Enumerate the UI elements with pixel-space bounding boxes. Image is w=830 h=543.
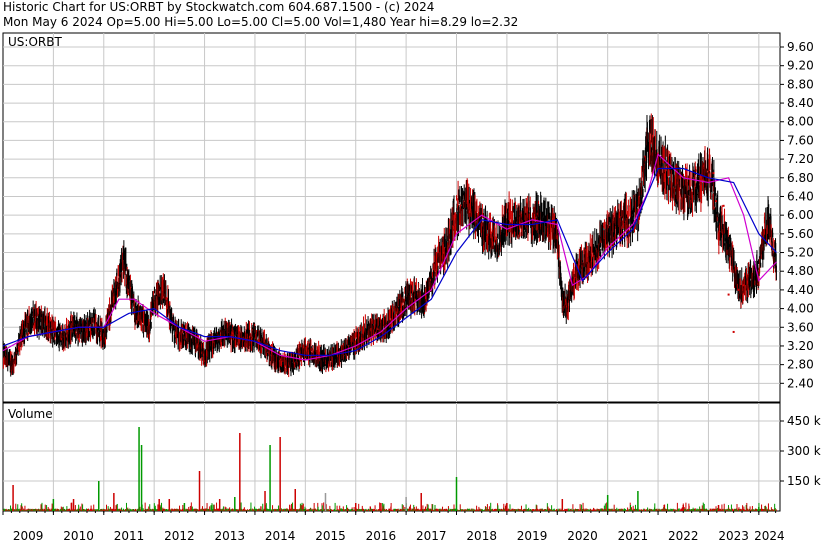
y-tick-label: 2.80 xyxy=(787,358,814,372)
y-tick-label: 8.00 xyxy=(787,115,814,129)
down-marker xyxy=(737,288,740,291)
down-marker xyxy=(742,284,745,287)
y-tick-label: 3.20 xyxy=(787,339,814,353)
price-y-axis: 9.60 9.20 8.80 8.40 8.00 7.60 7.20 6.80 6.40 6.00… xyxy=(780,40,814,390)
chart-canvas: US:ORBT 9.60 9.20 8.80 8.40 8.00 7.60 7.20 6.80… xyxy=(2,32,821,543)
volume-y-tick-label: 150 k xyxy=(787,474,821,488)
y-tick-label: 4.40 xyxy=(787,283,814,297)
price-panel-title: US:ORBT xyxy=(8,35,62,49)
volume-panel-frame xyxy=(2,402,781,512)
volume-y-tick-label: 450 k xyxy=(787,414,821,428)
volume-grid xyxy=(3,403,780,511)
down-marker xyxy=(732,330,735,333)
y-tick-label: 7.60 xyxy=(787,133,814,147)
down-marker xyxy=(712,172,715,175)
volume-panel-title: Volume xyxy=(8,407,53,421)
price-panel-frame xyxy=(2,32,781,403)
volume-y-axis: 450 k 300 k 150 k xyxy=(780,414,821,488)
y-tick-label: 9.60 xyxy=(787,40,814,54)
price-panel: US:ORBT 9.60 9.20 8.80 8.40 8.00 7.60 7.20 6.80… xyxy=(2,32,814,403)
y-tick-label: 5.60 xyxy=(787,227,814,241)
down-marker xyxy=(715,200,718,203)
y-tick-label: 4.80 xyxy=(787,264,814,278)
down-marker xyxy=(722,204,725,207)
y-tick-label: 6.80 xyxy=(787,171,814,185)
y-tick-label: 3.60 xyxy=(787,320,814,334)
price-grid xyxy=(3,33,780,402)
y-tick-label: 6.00 xyxy=(787,208,814,222)
y-tick-label: 8.40 xyxy=(787,96,814,110)
volume-bars xyxy=(2,427,777,511)
volume-panel: Volume 450 k 300 k 150 k xyxy=(2,402,821,512)
y-tick-label: 9.20 xyxy=(787,59,814,73)
y-tick-label: 8.80 xyxy=(787,77,814,91)
y-tick-label: 6.40 xyxy=(787,189,814,203)
down-marker xyxy=(727,293,730,296)
volume-y-tick-label: 300 k xyxy=(787,444,821,458)
y-tick-label: 2.40 xyxy=(787,376,814,390)
y-tick-label: 4.00 xyxy=(787,302,814,316)
y-tick-label: 5.20 xyxy=(787,246,814,260)
y-tick-label: 7.20 xyxy=(787,152,814,166)
price-bars xyxy=(2,113,777,378)
